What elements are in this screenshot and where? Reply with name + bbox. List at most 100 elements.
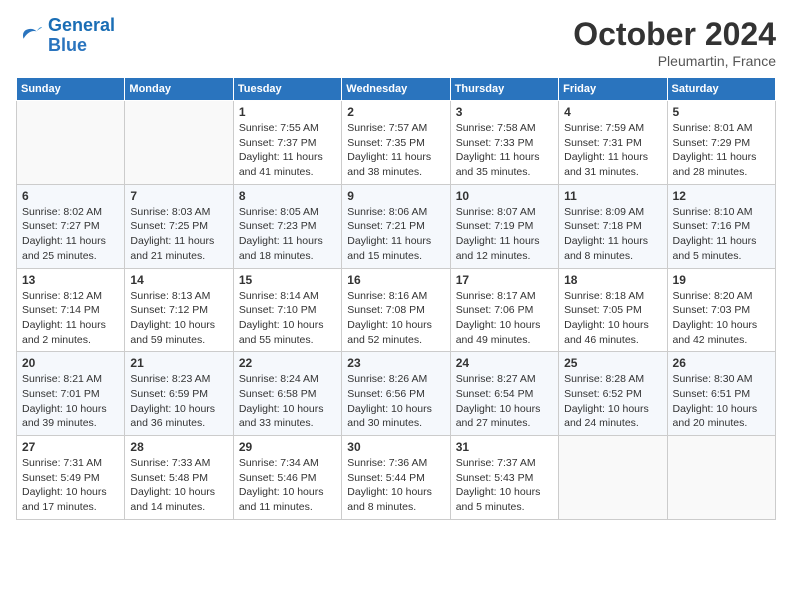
calendar-cell: 14Sunrise: 8:13 AMSunset: 7:12 PMDayligh… bbox=[125, 268, 233, 352]
day-number: 22 bbox=[239, 356, 336, 370]
day-number: 30 bbox=[347, 440, 444, 454]
weekday-header-tuesday: Tuesday bbox=[233, 78, 341, 101]
day-info: Sunrise: 8:03 AMSunset: 7:25 PMDaylight:… bbox=[130, 205, 227, 264]
day-number: 8 bbox=[239, 189, 336, 203]
calendar-cell bbox=[667, 436, 775, 520]
day-number: 11 bbox=[564, 189, 661, 203]
calendar-cell: 26 Sunrise: 8:30 AMSunset: 6:51 PMDayligh… bbox=[667, 352, 775, 436]
calendar-table: SundayMondayTuesdayWednesdayThursdayFrid… bbox=[16, 77, 776, 520]
title-block: October 2024 Pleumartin, France bbox=[573, 16, 776, 69]
calendar-cell: 5 Sunrise: 8:01 AMSunset: 7:29 PMDaylight… bbox=[667, 101, 775, 185]
calendar-week-3: 13 Sunrise: 8:12 AMSunset: 7:14 PMDayligh… bbox=[17, 268, 776, 352]
day-info: Sunrise: 8:23 AMSunset: 6:59 PMDaylight:… bbox=[130, 372, 227, 431]
calendar-cell: 24Sunrise: 8:27 AMSunset: 6:54 PMDayligh… bbox=[450, 352, 558, 436]
calendar-cell: 22 Sunrise: 8:24 AMSunset: 6:58 PMDayligh… bbox=[233, 352, 341, 436]
calendar-cell: 4 Sunrise: 7:59 AMSunset: 7:31 PMDaylight… bbox=[559, 101, 667, 185]
day-info: Sunrise: 8:01 AMSunset: 7:29 PMDaylight:… bbox=[673, 121, 770, 180]
day-info: Sunrise: 8:05 AMSunset: 7:23 PMDaylight:… bbox=[239, 205, 336, 264]
day-info: Sunrise: 7:34 AMSunset: 5:46 PMDaylight:… bbox=[239, 456, 336, 515]
day-number: 29 bbox=[239, 440, 336, 454]
day-info: Sunrise: 8:27 AMSunset: 6:54 PMDaylight:… bbox=[456, 372, 553, 431]
calendar-cell: 29 Sunrise: 7:34 AMSunset: 5:46 PMDayligh… bbox=[233, 436, 341, 520]
day-number: 12 bbox=[673, 189, 770, 203]
day-info: Sunrise: 8:20 AMSunset: 7:03 PMDaylight:… bbox=[673, 289, 770, 348]
day-info: Sunrise: 8:02 AMSunset: 7:27 PMDaylight:… bbox=[22, 205, 119, 264]
day-info: Sunrise: 8:07 AMSunset: 7:19 PMDaylight:… bbox=[456, 205, 553, 264]
calendar-cell: 8 Sunrise: 8:05 AMSunset: 7:23 PMDaylight… bbox=[233, 184, 341, 268]
weekday-header-thursday: Thursday bbox=[450, 78, 558, 101]
day-info: Sunrise: 8:10 AMSunset: 7:16 PMDaylight:… bbox=[673, 205, 770, 264]
calendar-cell: 21 Sunrise: 8:23 AMSunset: 6:59 PMDayligh… bbox=[125, 352, 233, 436]
day-info: Sunrise: 8:09 AMSunset: 7:18 PMDaylight:… bbox=[564, 205, 661, 264]
calendar-cell bbox=[559, 436, 667, 520]
calendar-cell: 15 Sunrise: 8:14 AMSunset: 7:10 PMDayligh… bbox=[233, 268, 341, 352]
day-number: 21 bbox=[130, 356, 227, 370]
day-number: 15 bbox=[239, 273, 336, 287]
day-number: 26 bbox=[673, 356, 770, 370]
calendar-cell: 20 Sunrise: 8:21 AMSunset: 7:01 PMDayligh… bbox=[17, 352, 125, 436]
calendar-cell: 19 Sunrise: 8:20 AMSunset: 7:03 PMDayligh… bbox=[667, 268, 775, 352]
calendar-cell: 2Sunrise: 7:57 AMSunset: 7:35 PMDaylight… bbox=[342, 101, 450, 185]
calendar-cell: 17 Sunrise: 8:17 AMSunset: 7:06 PMDayligh… bbox=[450, 268, 558, 352]
calendar-cell: 7Sunrise: 8:03 AMSunset: 7:25 PMDaylight… bbox=[125, 184, 233, 268]
month-title: October 2024 bbox=[573, 16, 776, 53]
day-number: 1 bbox=[239, 105, 336, 119]
day-number: 17 bbox=[456, 273, 553, 287]
logo: General Blue bbox=[16, 16, 115, 56]
day-number: 5 bbox=[673, 105, 770, 119]
day-info: Sunrise: 8:06 AMSunset: 7:21 PMDaylight:… bbox=[347, 205, 444, 264]
calendar-cell: 31Sunrise: 7:37 AMSunset: 5:43 PMDayligh… bbox=[450, 436, 558, 520]
calendar-cell: 16Sunrise: 8:16 AMSunset: 7:08 PMDayligh… bbox=[342, 268, 450, 352]
day-info: Sunrise: 8:13 AMSunset: 7:12 PMDaylight:… bbox=[130, 289, 227, 348]
day-info: Sunrise: 8:30 AMSunset: 6:51 PMDaylight:… bbox=[673, 372, 770, 431]
calendar-cell: 13 Sunrise: 8:12 AMSunset: 7:14 PMDayligh… bbox=[17, 268, 125, 352]
day-info: Sunrise: 8:17 AMSunset: 7:06 PMDaylight:… bbox=[456, 289, 553, 348]
day-info: Sunrise: 7:31 AMSunset: 5:49 PMDaylight:… bbox=[22, 456, 119, 515]
day-info: Sunrise: 8:14 AMSunset: 7:10 PMDaylight:… bbox=[239, 289, 336, 348]
calendar-cell: 12 Sunrise: 8:10 AMSunset: 7:16 PMDayligh… bbox=[667, 184, 775, 268]
day-number: 31 bbox=[456, 440, 553, 454]
calendar-week-5: 27 Sunrise: 7:31 AMSunset: 5:49 PMDayligh… bbox=[17, 436, 776, 520]
calendar-cell bbox=[17, 101, 125, 185]
calendar-cell: 25 Sunrise: 8:28 AMSunset: 6:52 PMDayligh… bbox=[559, 352, 667, 436]
day-number: 27 bbox=[22, 440, 119, 454]
weekday-header-row: SundayMondayTuesdayWednesdayThursdayFrid… bbox=[17, 78, 776, 101]
weekday-header-wednesday: Wednesday bbox=[342, 78, 450, 101]
logo-text-line1: General bbox=[48, 16, 115, 36]
day-number: 2 bbox=[347, 105, 444, 119]
calendar-cell: 9Sunrise: 8:06 AMSunset: 7:21 PMDaylight… bbox=[342, 184, 450, 268]
logo-text-line2: Blue bbox=[48, 36, 115, 56]
day-number: 28 bbox=[130, 440, 227, 454]
calendar-cell: 3Sunrise: 7:58 AMSunset: 7:33 PMDaylight… bbox=[450, 101, 558, 185]
day-info: Sunrise: 8:12 AMSunset: 7:14 PMDaylight:… bbox=[22, 289, 119, 348]
weekday-header-monday: Monday bbox=[125, 78, 233, 101]
day-info: Sunrise: 8:24 AMSunset: 6:58 PMDaylight:… bbox=[239, 372, 336, 431]
day-number: 3 bbox=[456, 105, 553, 119]
day-info: Sunrise: 7:36 AMSunset: 5:44 PMDaylight:… bbox=[347, 456, 444, 515]
calendar-cell: 27 Sunrise: 7:31 AMSunset: 5:49 PMDayligh… bbox=[17, 436, 125, 520]
day-number: 25 bbox=[564, 356, 661, 370]
day-info: Sunrise: 8:16 AMSunset: 7:08 PMDaylight:… bbox=[347, 289, 444, 348]
day-info: Sunrise: 7:55 AMSunset: 7:37 PMDaylight:… bbox=[239, 121, 336, 180]
weekday-header-friday: Friday bbox=[559, 78, 667, 101]
calendar-cell: 10Sunrise: 8:07 AMSunset: 7:19 PMDayligh… bbox=[450, 184, 558, 268]
day-number: 20 bbox=[22, 356, 119, 370]
day-info: Sunrise: 7:33 AMSunset: 5:48 PMDaylight:… bbox=[130, 456, 227, 515]
day-number: 6 bbox=[22, 189, 119, 203]
calendar-week-1: 1 Sunrise: 7:55 AMSunset: 7:37 PMDaylight… bbox=[17, 101, 776, 185]
day-info: Sunrise: 8:28 AMSunset: 6:52 PMDaylight:… bbox=[564, 372, 661, 431]
day-info: Sunrise: 7:59 AMSunset: 7:31 PMDaylight:… bbox=[564, 121, 661, 180]
day-number: 18 bbox=[564, 273, 661, 287]
day-number: 4 bbox=[564, 105, 661, 119]
weekday-header-sunday: Sunday bbox=[17, 78, 125, 101]
calendar-cell bbox=[125, 101, 233, 185]
day-info: Sunrise: 8:21 AMSunset: 7:01 PMDaylight:… bbox=[22, 372, 119, 431]
calendar-cell: 1 Sunrise: 7:55 AMSunset: 7:37 PMDaylight… bbox=[233, 101, 341, 185]
calendar-cell: 18Sunrise: 8:18 AMSunset: 7:05 PMDayligh… bbox=[559, 268, 667, 352]
day-number: 13 bbox=[22, 273, 119, 287]
page-header: General Blue October 2024 Pleumartin, Fr… bbox=[16, 16, 776, 69]
calendar-cell: 6 Sunrise: 8:02 AMSunset: 7:27 PMDaylight… bbox=[17, 184, 125, 268]
calendar-cell: 23Sunrise: 8:26 AMSunset: 6:56 PMDayligh… bbox=[342, 352, 450, 436]
location: Pleumartin, France bbox=[573, 53, 776, 69]
day-number: 19 bbox=[673, 273, 770, 287]
